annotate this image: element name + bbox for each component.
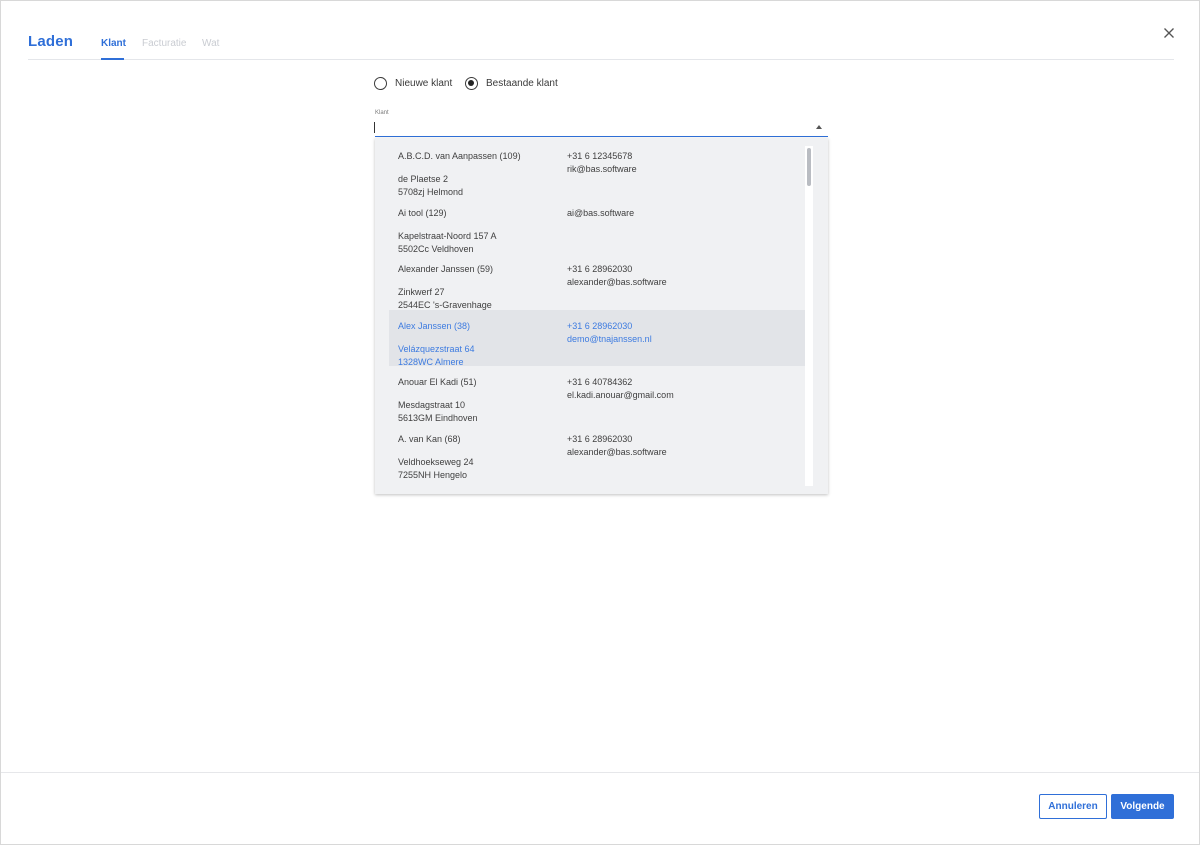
next-button[interactable]: Volgende bbox=[1111, 794, 1174, 819]
customer-option[interactable]: Anouar El Kadi (51) Mesdagstraat 10 5613… bbox=[389, 366, 805, 423]
customer-street: Veldhoekseweg 24 bbox=[398, 456, 474, 467]
customer-option-highlighted[interactable]: Alex Janssen (38) Velázquezstraat 64 132… bbox=[389, 309, 805, 367]
customer-street: de Plaetse 2 bbox=[398, 174, 449, 184]
customer-name: A.B.C.D. van Aanpassen (109) bbox=[398, 151, 521, 161]
klant-select-input[interactable] bbox=[375, 119, 828, 137]
customer-email: ai@bas.software bbox=[567, 207, 635, 218]
customer-option[interactable]: A.B.C.D. van Aanpassen (109) de Plaetse … bbox=[389, 140, 805, 197]
close-button[interactable] bbox=[1161, 25, 1177, 41]
customer-name: Alex Janssen (38) bbox=[398, 320, 471, 331]
customer-street: Kapelstraat-Noord 157 A bbox=[398, 230, 497, 241]
radio-button[interactable] bbox=[374, 77, 387, 90]
active-tab-indicator bbox=[101, 58, 124, 60]
dialog-header: Laden Klant Facturatie Wat bbox=[28, 1, 1174, 60]
klant-field-label: Klant bbox=[375, 110, 389, 116]
close-icon bbox=[1164, 28, 1174, 38]
customer-street: Mesdagstraat 10 bbox=[398, 400, 466, 410]
cancel-button[interactable]: Annuleren bbox=[1039, 794, 1107, 819]
customer-city: 5613GM Eindhoven bbox=[398, 413, 478, 423]
footer-divider bbox=[1, 772, 1199, 773]
radio-label: Nieuwe klant bbox=[395, 78, 453, 89]
scrollbar-thumb[interactable] bbox=[807, 148, 811, 186]
dialog-title: Laden bbox=[28, 33, 74, 50]
customer-phone: +31 6 40784362 bbox=[567, 377, 633, 387]
customer-city: 2544EC 's-Gravenhage bbox=[398, 300, 492, 310]
customer-phone: +31 6 28962030 bbox=[567, 433, 633, 444]
customer-street: Velázquezstraat 64 bbox=[398, 343, 475, 354]
customer-option[interactable]: Ai tool (129) Kapelstraat-Noord 157 A 55… bbox=[389, 196, 805, 254]
customer-option[interactable]: A. van Kan (68) Veldhoekseweg 24 7255NH … bbox=[389, 422, 805, 480]
dropdown-scrollbar[interactable] bbox=[805, 146, 813, 486]
customer-phone: +31 6 28962030 bbox=[567, 264, 633, 274]
customer-list: A.B.C.D. van Aanpassen (109) de Plaetse … bbox=[389, 140, 805, 480]
customer-city: 1328WC Almere bbox=[398, 356, 464, 367]
customer-email: alexander@bas.software bbox=[567, 277, 667, 287]
customer-city: 5502Cc Veldhoven bbox=[398, 243, 474, 254]
customer-option[interactable]: Alexander Janssen (59) Zinkwerf 27 2544E… bbox=[389, 253, 805, 310]
tab-wat[interactable]: Wat bbox=[202, 38, 219, 49]
dialog: Laden Klant Facturatie Wat Nieuwe klant … bbox=[0, 0, 1200, 845]
customer-phone: +31 6 12345678 bbox=[567, 151, 633, 161]
radio-bestaande-klant[interactable]: Bestaande klant bbox=[465, 77, 558, 90]
customer-name: Anouar El Kadi (51) bbox=[398, 377, 477, 387]
tab-facturatie[interactable]: Facturatie bbox=[142, 38, 186, 49]
text-caret bbox=[374, 122, 375, 133]
customer-email: demo@tnajanssen.nl bbox=[567, 333, 652, 344]
radio-button-checked[interactable] bbox=[465, 77, 478, 90]
customer-email: el.kadi.anouar@gmail.com bbox=[567, 390, 674, 400]
customer-city: 5708zj Helmond bbox=[398, 187, 464, 197]
customer-name: A. van Kan (68) bbox=[398, 433, 461, 444]
customer-street: Zinkwerf 27 bbox=[398, 287, 445, 297]
customer-name: Ai tool (129) bbox=[398, 207, 447, 218]
customer-email: rik@bas.software bbox=[567, 164, 637, 174]
customer-email: alexander@bas.software bbox=[567, 446, 667, 457]
radio-nieuwe-klant[interactable]: Nieuwe klant bbox=[374, 77, 452, 90]
radio-label: Bestaande klant bbox=[486, 78, 558, 89]
customer-phone: +31 6 28962030 bbox=[567, 320, 633, 331]
tab-klant[interactable]: Klant bbox=[101, 38, 126, 49]
customer-name: Alexander Janssen (59) bbox=[398, 264, 494, 274]
customer-dropdown-panel: A.B.C.D. van Aanpassen (109) de Plaetse … bbox=[375, 138, 828, 494]
dropdown-arrow-icon[interactable] bbox=[816, 125, 822, 129]
customer-city: 7255NH Hengelo bbox=[398, 469, 468, 480]
